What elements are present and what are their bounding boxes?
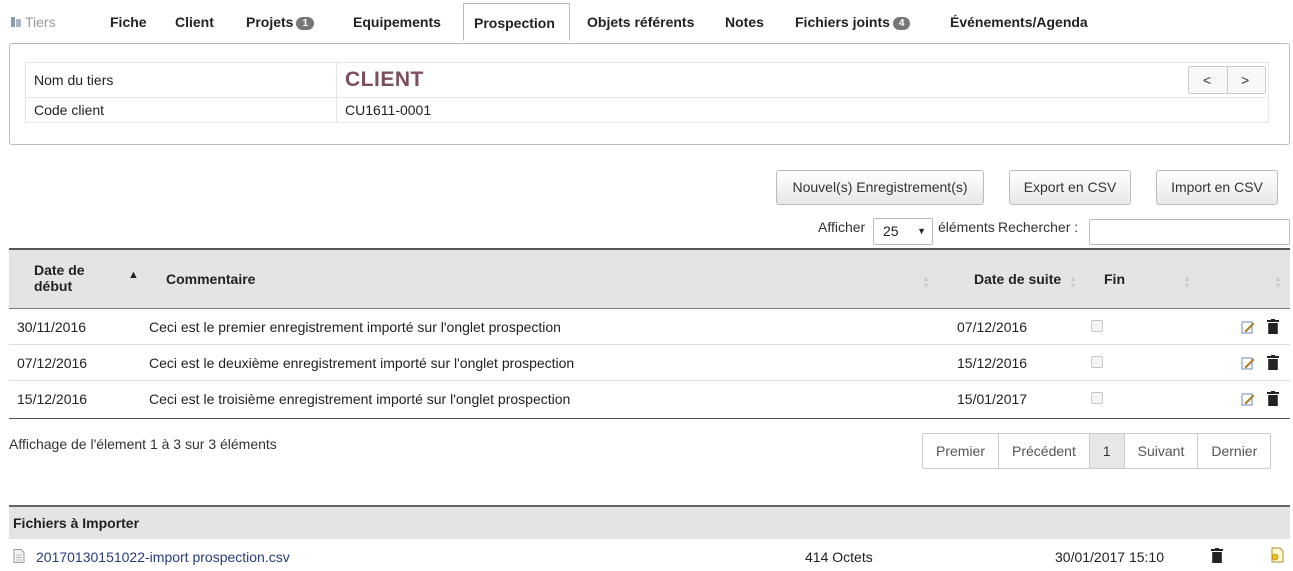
file-date: 30/01/2017 15:10 — [1055, 549, 1164, 565]
table-header: Date de début ▲ Commentaire ▲ ▼ Date de s… — [9, 248, 1290, 309]
code-label: Code client — [25, 97, 337, 123]
tab-notes[interactable]: Notes — [725, 14, 764, 30]
tab-bar: Tiers Fiche Client Projets 1 Equipements … — [0, 0, 1293, 44]
new-records-button[interactable]: Nouvel(s) Enregistrement(s) — [776, 170, 984, 205]
col-date-debut[interactable]: Date de début — [34, 262, 85, 294]
next-record-button[interactable]: > — [1241, 72, 1249, 88]
sort-asc-icon: ▲ — [128, 269, 139, 281]
col-fin[interactable]: Fin — [1104, 271, 1125, 287]
trash-icon[interactable] — [1267, 319, 1279, 334]
fichiers-count-badge: 4 — [892, 17, 911, 30]
page-length-select[interactable]: 25 ▼ — [873, 218, 933, 245]
tab-equipements[interactable]: Equipements — [353, 14, 441, 30]
trash-icon[interactable] — [1267, 355, 1279, 370]
thirdparty-table: Nom du tiers CLIENT Code client CU1611-0… — [25, 62, 1269, 123]
fin-checkbox[interactable] — [1091, 356, 1103, 368]
sort-icon[interactable]: ▲ ▼ — [1274, 275, 1282, 290]
name-label: Nom du tiers — [25, 62, 337, 98]
tab-fichiers-joints[interactable]: Fichiers joints 4 — [795, 14, 911, 30]
col-date-de-suite[interactable]: Date de suite — [974, 271, 1061, 287]
fin-checkbox[interactable] — [1091, 392, 1103, 404]
show-label: Afficher — [818, 219, 866, 235]
sort-icon[interactable]: ▲ ▼ — [1069, 275, 1077, 290]
pager-first-button[interactable]: Premier — [923, 434, 1000, 468]
edit-icon[interactable] — [1241, 392, 1255, 406]
table-row: 15/12/2016 Ceci est le troisième enregis… — [9, 381, 1290, 419]
client-name: CLIENT — [345, 68, 424, 91]
edit-icon[interactable] — [1241, 320, 1255, 334]
table-row: 07/12/2016 Ceci est le deuxième enregist… — [9, 345, 1290, 381]
table-row: 30/11/2016 Ceci est le premier enregistr… — [9, 309, 1290, 345]
import-file-icon[interactable] — [1269, 547, 1285, 563]
col-commentaire[interactable]: Commentaire — [166, 271, 255, 287]
import-csv-button[interactable]: Import en CSV — [1156, 170, 1278, 205]
tab-prospection[interactable]: Prospection — [463, 3, 570, 41]
file-link[interactable]: 20170130151022-import prospection.csv — [36, 549, 290, 565]
projets-count-badge: 1 — [296, 17, 315, 30]
search-input[interactable] — [1089, 219, 1290, 245]
pager-page-1[interactable]: 1 — [1089, 434, 1125, 468]
tab-objets-referents[interactable]: Objets référents — [587, 14, 694, 30]
sort-icon[interactable]: ▲ ▼ — [1183, 275, 1191, 290]
nav-divider — [1227, 67, 1228, 93]
trash-icon[interactable] — [1211, 548, 1223, 563]
fin-checkbox[interactable] — [1091, 320, 1103, 332]
file-icon — [13, 549, 25, 563]
table-info: Affichage de l'élement 1 à 3 sur 3 éléme… — [9, 436, 277, 452]
pagination: Premier Précédent 1 Suivant Dernier — [922, 433, 1272, 469]
tab-evenements-agenda[interactable]: Événements/Agenda — [950, 14, 1088, 30]
pager-prev-button[interactable]: Précédent — [999, 434, 1090, 468]
tab-tiers[interactable]: Tiers — [10, 14, 56, 30]
tab-fiche[interactable]: Fiche — [110, 14, 147, 30]
search-label: Rechercher : — [998, 219, 1079, 235]
file-size: 414 Octets — [805, 549, 873, 565]
pager-next-button[interactable]: Suivant — [1125, 434, 1199, 468]
file-row: 20170130151022-import prospection.csv 41… — [9, 541, 1290, 571]
prev-record-button[interactable]: < — [1203, 72, 1211, 88]
client-code: CU1611-0001 — [336, 97, 1269, 123]
chevron-down-icon: ▼ — [917, 226, 926, 236]
pager-last-button[interactable]: Dernier — [1198, 434, 1270, 468]
tab-projets[interactable]: Projets 1 — [246, 14, 315, 30]
building-icon — [11, 17, 21, 27]
files-header: Fichiers à Importer — [9, 505, 1290, 539]
export-csv-button[interactable]: Export en CSV — [1009, 170, 1131, 205]
record-nav: < > — [1188, 66, 1266, 94]
elements-label: éléments — [938, 219, 995, 235]
tab-client[interactable]: Client — [175, 14, 214, 30]
trash-icon[interactable] — [1267, 391, 1279, 406]
sort-icon[interactable]: ▲ ▼ — [922, 275, 930, 290]
edit-icon[interactable] — [1241, 356, 1255, 370]
